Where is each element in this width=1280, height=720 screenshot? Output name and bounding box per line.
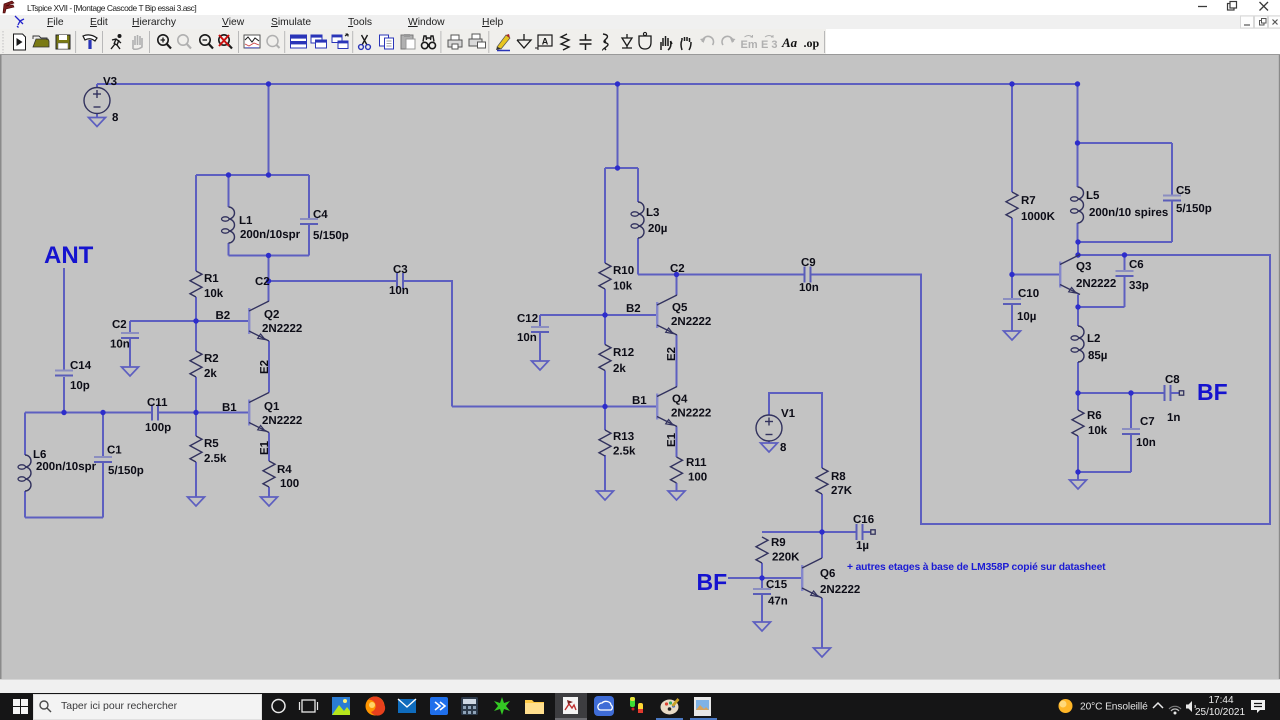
svg-text:E 3: E 3 — [761, 39, 778, 51]
svg-text:Aa: Aa — [781, 35, 798, 50]
svg-text:Em: Em — [741, 39, 758, 51]
svg-text:A: A — [542, 37, 549, 47]
svg-text:.op: .op — [804, 36, 820, 50]
svg-text:17:44: 17:44 — [1208, 695, 1233, 706]
svg-text:25/10/2021: 25/10/2021 — [1195, 707, 1245, 718]
svg-text:20°C Ensoleillé: 20°C Ensoleillé — [1080, 702, 1148, 713]
